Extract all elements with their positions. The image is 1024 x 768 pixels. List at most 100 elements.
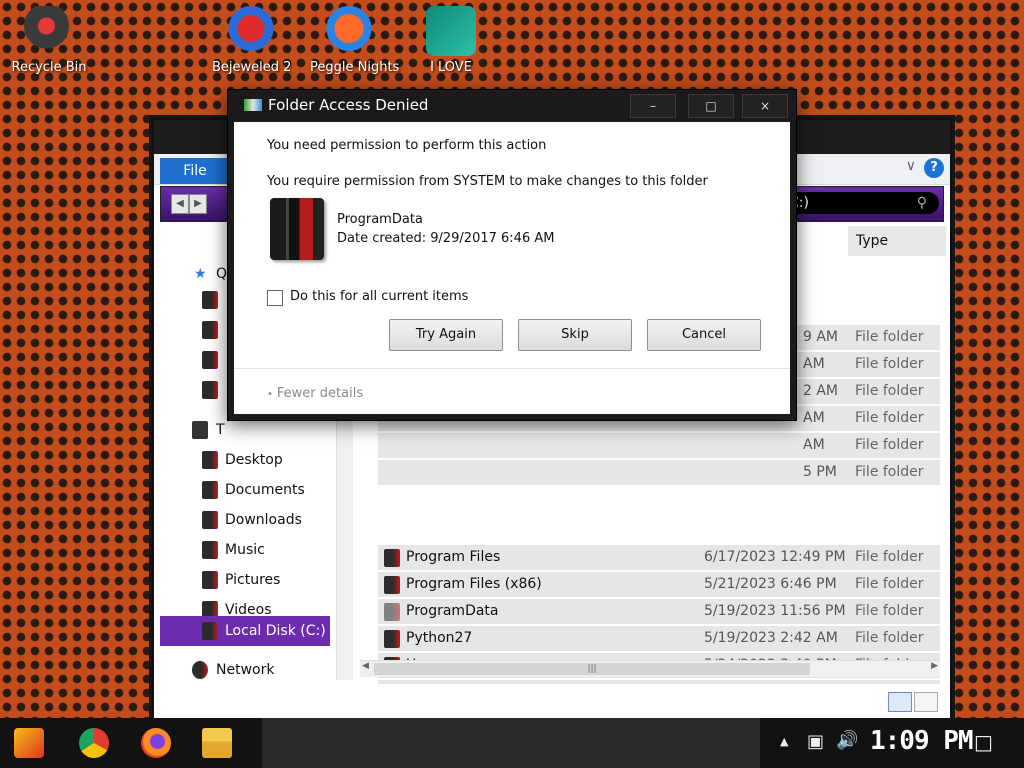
column-header-type[interactable]: Type	[848, 226, 946, 256]
table-row[interactable]: AM File folder	[378, 432, 940, 458]
file-tab[interactable]: File	[160, 158, 230, 184]
type-cell: File folder	[855, 329, 924, 345]
desktop-icon-peggle-nights[interactable]: Peggle Nights	[310, 6, 400, 75]
type-cell: File folder	[855, 437, 924, 453]
table-row[interactable]: Program Files 6/17/2023 12:49 PM File fold…	[378, 544, 940, 570]
start-button[interactable]	[14, 728, 44, 758]
nav-label: Downloads	[225, 512, 302, 528]
folder-access-denied-dialog: Folder Access Denied – □ × You need perm…	[227, 89, 797, 421]
notification-icon[interactable]: □	[974, 730, 993, 754]
nav-network-label: Network	[216, 662, 275, 678]
divider	[234, 368, 790, 369]
search-box[interactable]: C:) ⚲	[781, 192, 939, 214]
bejeweled-2-icon	[226, 6, 276, 56]
folder-icon	[202, 351, 218, 369]
folder-icon	[384, 549, 400, 567]
type-cell: File folder	[855, 630, 924, 646]
folder-icon	[202, 291, 218, 309]
nav-label: Local Disk (C:)	[225, 623, 326, 639]
desktop-icon-i-love[interactable]: I LOVE	[412, 6, 490, 75]
scroll-left-arrow-icon[interactable]: ◀	[362, 661, 369, 671]
nav-label: Music	[225, 542, 265, 558]
volume-icon[interactable]: 🔊	[836, 730, 858, 751]
skip-button[interactable]: Skip	[518, 319, 632, 351]
apply-all-checkbox[interactable]	[267, 290, 283, 306]
date-modified-cell: 5/19/2023 11:56 PM	[704, 603, 846, 619]
scroll-right-arrow-icon[interactable]: ▶	[931, 661, 938, 671]
fewer-details-label: Fewer details	[276, 386, 364, 401]
forward-button[interactable]: ▶	[189, 194, 207, 214]
scrollbar-thumb[interactable]: |||	[374, 663, 810, 675]
drive-icon	[202, 622, 218, 640]
nav-item-documents[interactable]: Documents	[160, 476, 330, 504]
folder-icon	[202, 321, 218, 339]
help-button[interactable]: ?	[924, 158, 944, 178]
pictures-folder-icon	[202, 571, 218, 589]
table-row[interactable]: Python27 5/19/2023 2:42 AM File folder	[378, 625, 940, 651]
folder-date-created: Date created: 9/29/2017 6:46 AM	[337, 231, 555, 246]
documents-folder-icon	[202, 481, 218, 499]
type-cell: File folder	[855, 549, 924, 565]
table-row[interactable]: 5 PM File folder	[378, 459, 940, 485]
publisher-icon	[426, 6, 476, 56]
nav-label: Documents	[225, 482, 305, 498]
music-folder-icon	[202, 541, 218, 559]
downloads-folder-icon	[202, 511, 218, 529]
type-cell: File folder	[855, 356, 924, 372]
date-modified-cell: 5/21/2023 6:46 PM	[704, 576, 837, 592]
dialog-titlebar[interactable]: Folder Access Denied – □ ×	[228, 90, 796, 120]
maximize-button[interactable]: □	[688, 94, 734, 118]
nav-item-downloads[interactable]: Downloads	[160, 506, 330, 534]
taskbar: ▲ ▣ 🔊 1:09 PM □	[0, 718, 1024, 768]
nav-item-desktop[interactable]: Desktop	[160, 446, 330, 474]
back-button[interactable]: ◀	[171, 194, 189, 214]
chrome-icon[interactable]	[79, 728, 109, 758]
fewer-details-toggle[interactable]: • Fewer details	[267, 386, 363, 401]
type-cell: File folder	[855, 603, 924, 619]
type-cell: File folder	[855, 464, 924, 480]
close-button[interactable]: ×	[742, 94, 788, 118]
desktop-icon-label: Peggle Nights	[310, 60, 400, 75]
network-icon[interactable]: ▣	[807, 731, 824, 752]
nav-item-music[interactable]: Music	[160, 536, 330, 564]
nav-item-local-disk[interactable]: Local Disk (C:)	[160, 616, 330, 646]
status-bar	[154, 684, 950, 718]
desktop-icon-label: I LOVE	[430, 60, 472, 75]
minimize-button[interactable]: –	[630, 94, 676, 118]
apply-all-checkbox-label[interactable]: Do this for all current items	[290, 289, 468, 304]
dialog-body: You need permission to perform this acti…	[234, 122, 790, 414]
peggle-nights-icon	[324, 6, 374, 56]
desktop-icon-label: Bejeweled 2	[212, 60, 292, 75]
desktop-icon-bejeweled-2[interactable]: Bejeweled 2	[212, 6, 292, 75]
name-cell: Python27	[406, 630, 473, 646]
details-view-button[interactable]	[888, 692, 912, 712]
chevron-up-icon[interactable]: ▲	[780, 735, 788, 748]
nav-this-pc-label: T	[216, 422, 225, 438]
nav-item-pictures[interactable]: Pictures	[160, 566, 330, 594]
cancel-button[interactable]: Cancel	[647, 319, 761, 351]
recycle-bin-icon	[24, 6, 74, 56]
large-icons-view-button[interactable]	[914, 692, 938, 712]
name-cell: Program Files	[406, 549, 501, 565]
dialog-title: Folder Access Denied	[268, 96, 429, 114]
taskbar-active-window[interactable]	[262, 718, 760, 768]
desktop-folder-icon	[202, 451, 218, 469]
type-cell: File folder	[855, 576, 924, 592]
table-row[interactable]: Program Files (x86) 5/21/2023 6:46 PM File…	[378, 571, 940, 597]
taskbar-clock[interactable]: 1:09 PM	[870, 726, 974, 756]
nav-network[interactable]: Network	[160, 656, 330, 684]
firefox-icon[interactable]	[141, 728, 171, 758]
folder-icon	[384, 603, 400, 621]
try-again-button[interactable]: Try Again	[389, 319, 503, 351]
chevron-up-icon: •	[267, 389, 273, 400]
horizontal-scrollbar[interactable]: ◀ ||| ▶	[360, 660, 940, 677]
nav-quick-access-label: Q	[216, 266, 228, 282]
desktop-icon-recycle-bin[interactable]: Recycle Bin	[10, 6, 88, 75]
chevron-down-icon[interactable]: ∨	[906, 158, 916, 174]
date-modified-cell: AM	[803, 410, 825, 426]
file-transfer-icon	[244, 99, 262, 111]
name-cell: ProgramData	[406, 603, 499, 619]
desktop-icon-label: Recycle Bin	[11, 60, 87, 75]
file-explorer-icon[interactable]	[202, 728, 232, 758]
table-row[interactable]: ProgramData 5/19/2023 11:56 PM File folder	[378, 598, 940, 624]
